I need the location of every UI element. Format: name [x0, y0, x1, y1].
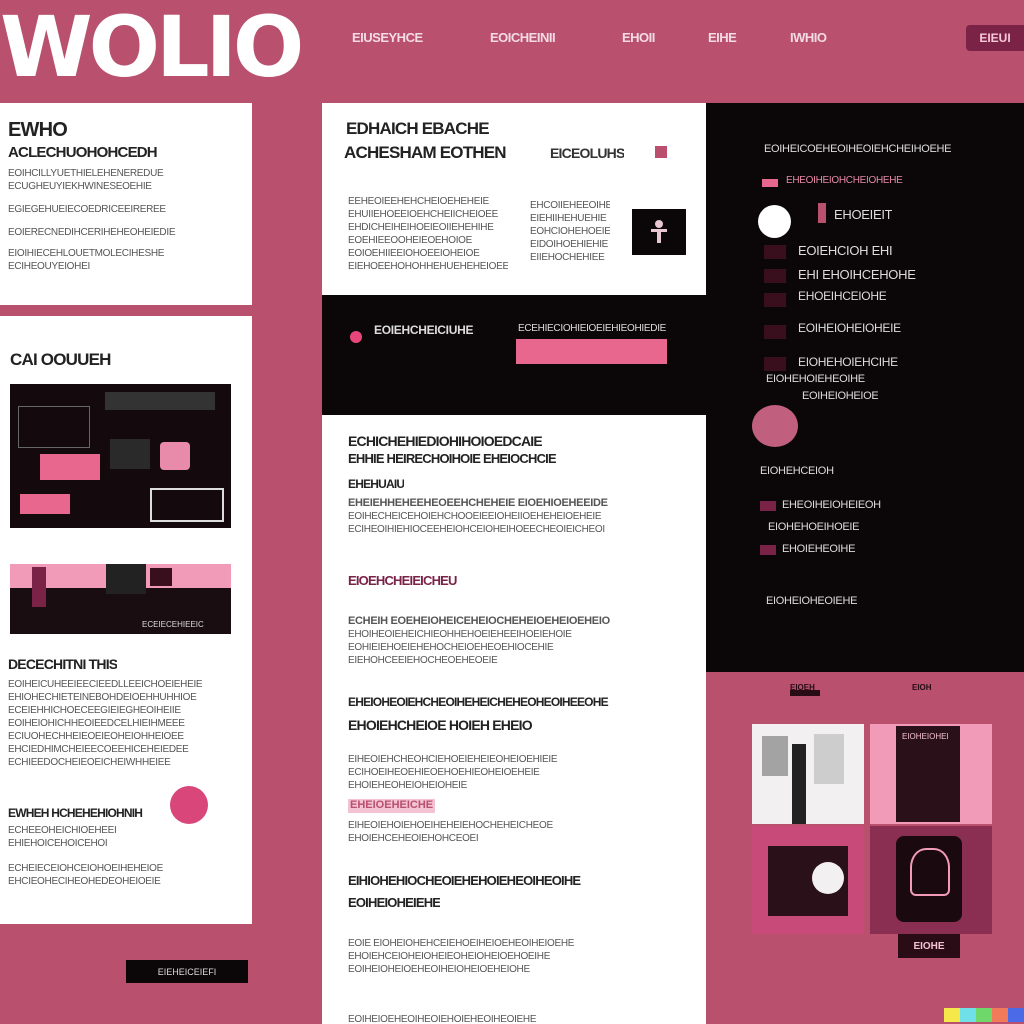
center-band-input[interactable] [516, 339, 667, 364]
gallery-card-label: EIOHEIOHEI [902, 732, 949, 741]
center-top-card-title: EDHAICH EBACHE [346, 119, 489, 138]
right-list-item-6[interactable]: EIOHEHOIEHEOIHE [766, 373, 865, 385]
right-list-item-3[interactable]: EHOEIHCEIOHE [798, 289, 886, 303]
pink-bullet-icon [762, 179, 778, 187]
left-subsection-text: ECHEEOHEICHIOEHEEI EHIEHOICEHOICEHOI [8, 825, 117, 849]
article-para-5: EOIE EIOHEIOHEHCEIEHOEIHEIOEHEOIHEIOEHE … [348, 938, 575, 975]
header-cta-button[interactable]: EIEUI [966, 25, 1024, 51]
right-panel-top-line: EOIHEICOEHEOIHEOIEHCHEIHOEHE [764, 143, 952, 155]
center-top-card: EDHAICH EBACHE ACHESHAM EOTHEN EICEOLUHS… [322, 103, 706, 295]
right-lower-item-3[interactable]: EIOHEHOEIHOEIE [768, 521, 859, 533]
article-headline-6: EOIHEIOHEIEHE [348, 895, 441, 910]
list-icon [764, 357, 786, 371]
right-list-item-7[interactable]: EOIHEIOHEIOE [802, 390, 878, 402]
figure-icon-tile[interactable] [632, 209, 686, 255]
swatch-green [976, 1008, 992, 1022]
right-lower-item-2[interactable]: EHEOIHEIOHEIEOH [782, 499, 881, 511]
right-list-item-5[interactable]: EIOHEHOIEHCIHE [798, 355, 898, 369]
center-top-card-link[interactable]: EICEOLUHS [550, 145, 624, 161]
figure-icon [651, 220, 667, 243]
right-lower-item-5[interactable]: EIOHEIOHEOIEHE [766, 595, 857, 607]
article-subhead: EIOEHCHEIEICHEU [348, 573, 457, 588]
center-top-card-text: EEHEOIEEHEHCHEIOEHEHEIE EHUIIEHOEEIOEHCH… [348, 196, 508, 272]
left-top-card-title: EWHO [8, 119, 68, 141]
right-list-item-1[interactable]: EOIEHCIOH EHI [798, 243, 892, 258]
list-icon [764, 245, 786, 259]
left-top-card-text: EOIHCILLYUETHIELEHENEREDUE ECUGHEUYIEKHW… [8, 168, 176, 272]
article-para-3: EIHEOIEHCHEOHCIEHOEIEHEIEOHEIOEHIEIE ECI… [348, 754, 558, 791]
status-dot-icon [350, 331, 362, 343]
right-panel-pink-line: EHEOIHEIOHCHEIOHEHE [786, 175, 903, 186]
center-band: EOIEHCHEICIUHE ECEHIECIOHIEIOEIEHIEOHIED… [322, 295, 706, 415]
swatch-yellow [944, 1008, 960, 1022]
site-logo[interactable]: WOLIO [0, 2, 304, 92]
lower-icon [760, 545, 776, 555]
swatch-cyan [960, 1008, 976, 1022]
article-kicker: EHEHUAIU [348, 477, 405, 491]
right-lower-item-1[interactable]: EIOHEHCEIOH [760, 465, 834, 477]
swatch-orange [992, 1008, 1008, 1022]
left-closing-text: ECHEIECEIOHCEIOHOEIHEHEIOE EHCIEOHECIHEO… [8, 863, 164, 887]
nav-link-1[interactable]: EIUSEYHCE [352, 30, 423, 52]
article-para-2: ECHEIH EOEHEIOHEICEHEIOCHEHEIOEHEIOEHEIO… [348, 615, 610, 666]
left-section-paragraph: EOIHEICUHEEIEECIEEDLLEEICHOEIEHEIE EHIOH… [8, 679, 203, 768]
nav-link-2[interactable]: EOICHEINII [490, 30, 556, 52]
left-top-card-subtitle: ACLECHUOHOHCEDH [8, 144, 158, 161]
article-pink-label[interactable]: EHEIOEHEICHE [348, 799, 436, 813]
left-section-title: DECECHITNI THIS [8, 656, 118, 672]
article-headline-5: EIHIOHEHIOCHEOIEHEHOIEHEOIHEOIHE [348, 873, 581, 888]
left-top-card: EWHO ACLECHUOHOHCEDH EOIHCILLYUETHIELEHE… [0, 103, 252, 305]
marker-icon [818, 203, 826, 223]
nav-link-3[interactable]: EHOII [622, 30, 655, 52]
right-lower-item-4[interactable]: EHOIEHEOIHE [782, 543, 855, 555]
gallery-image-3[interactable] [752, 826, 864, 934]
gallery-image-4[interactable] [870, 826, 992, 934]
toggle-knob[interactable] [758, 205, 791, 238]
left-main-card: CAI OOUUEH ECEIECEHIEEIC DECECHITNI THIS… [0, 316, 252, 924]
banner-strip[interactable]: ECEIECEHIEEIC [10, 564, 231, 634]
gallery-tag: EIOH [912, 683, 932, 692]
external-link-icon[interactable] [655, 146, 667, 158]
gallery-caption-button[interactable]: EIOHE [898, 934, 960, 958]
center-top-card-headline: ACHESHAM EOTHEN [344, 143, 506, 162]
gallery-title: EIOEH [790, 683, 815, 692]
gallery-image-2[interactable]: EIOHEIOHEI [870, 724, 992, 824]
right-panel-highlight[interactable]: EHOEIEIT [834, 207, 892, 222]
gallery-image-1[interactable] [752, 724, 864, 824]
list-icon [764, 293, 786, 307]
article-headline-3: EHEIOHEOIEHCHEOIHEHEICHEHEOHEOIHEEOHE [348, 695, 609, 709]
swatch-blue [1008, 1008, 1024, 1022]
center-top-card-side-text: EHCOIIEHEEOIHE EIEHIIHEHUEHIE EOHCIOHEHO… [530, 200, 610, 263]
article-headline-4: EHOIEHCHEIOE HOIEH EHEIO [348, 717, 532, 733]
right-list-item-2[interactable]: EHI EHOIHCEHOHE [798, 267, 916, 282]
article-para-4: EIHEOIEHOIEHOEIHEHEIEHOCHEHEICHEOE EHOIE… [348, 820, 553, 844]
right-panel: EOIHEICOEHEOIHEOIEHCHEIHOEHE EHEOIHEIOHC… [706, 103, 1024, 672]
left-subsection-title: EWHEH HCHEHEHIOHNIH [8, 806, 143, 820]
left-footer-button[interactable]: EIEHEICEIEFI [126, 960, 248, 983]
article-para-1: EHEIEHHEHEEHEOEEHCHEHEIE EIOEHIOEHEEIDE … [348, 497, 608, 535]
article-headline-2: EHHIE HEIRECHOIHOIE EHEIOCHCIE [348, 451, 556, 466]
lower-icon [760, 501, 776, 511]
article-headline-1: ECHICHEHIEDIOHIHOIOEDCAIE [348, 433, 542, 449]
list-icon [764, 269, 786, 283]
center-band-text: ECEHIECIOHIEIOEIEHIEOHIEDIE [518, 323, 667, 334]
left-main-card-title: CAI OOUUEH [10, 350, 111, 369]
right-list-item-4[interactable]: EOIHEIOHEIOHEIE [798, 321, 901, 335]
color-swatches [944, 1008, 1024, 1024]
center-band-label: EOIEHCHEICIUHE [374, 323, 474, 337]
center-article: ECHICHEHIEDIOHIHOIOEDCAIE EHHIE HEIRECHO… [322, 415, 706, 1024]
collage-image[interactable] [10, 384, 231, 528]
nav-link-4[interactable]: EIHE [708, 30, 737, 52]
avatar[interactable] [170, 786, 208, 824]
nav-link-5[interactable]: IWHIO [790, 30, 827, 52]
profile-avatar[interactable] [752, 405, 798, 447]
article-para-6: EOIHEIOEHEOIHEOIEHOIEHEOIHEOIEHE [348, 1014, 537, 1024]
list-icon [764, 325, 786, 339]
banner-caption: ECEIECEHIEEIC [142, 620, 204, 629]
